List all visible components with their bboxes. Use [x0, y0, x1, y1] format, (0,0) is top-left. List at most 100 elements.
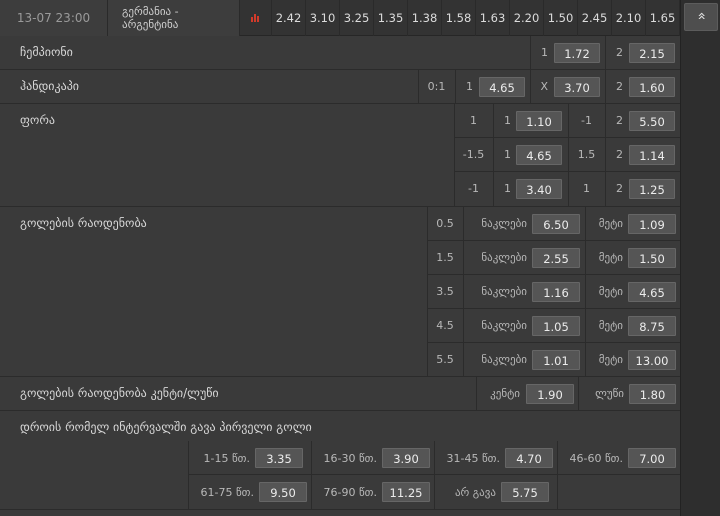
odds-button[interactable]: 1.10 [516, 111, 562, 131]
event-header: 13-07 23:00 გერმანია - არგენტინა 2.42 3.… [0, 0, 680, 36]
interval-label: 46-60 წთ. [569, 452, 623, 465]
markets-panel: 13-07 23:00 გერმანია - არგენტინა 2.42 3.… [0, 0, 680, 516]
outcome-label: 1 [504, 148, 511, 161]
outcome-label: 2 [616, 114, 623, 127]
odds-button[interactable]: 3.70 [554, 77, 600, 97]
handicap-value: -1 [468, 182, 479, 195]
header-odd[interactable]: 3.10 [306, 0, 340, 36]
header-odd[interactable]: 3.25 [340, 0, 374, 36]
market-handicap: ჰანდიკაპი 0:1 1 4.65 X 3.70 2 1.60 [0, 70, 680, 104]
market-fora: ფორა 1 1 1.10 -1 2 5.50 -1.5 1 4.65 1.5 … [0, 104, 680, 207]
handicap-value: -1.5 [462, 148, 485, 161]
header-odd[interactable]: 2.20 [510, 0, 544, 36]
odds-button-under[interactable]: 1.05 [532, 316, 580, 336]
outcome-label: 1 [466, 80, 473, 93]
odds-button[interactable]: 2.15 [629, 43, 675, 63]
under-label: ნაკლები [481, 251, 527, 264]
event-time: 13-07 23:00 [0, 0, 108, 36]
header-odd[interactable]: 1.50 [544, 0, 578, 36]
odds-button-over[interactable]: 4.65 [628, 282, 676, 302]
odds-button-under[interactable]: 1.16 [532, 282, 580, 302]
odds-button[interactable]: 5.75 [501, 482, 549, 502]
under-label: ნაკლები [481, 319, 527, 332]
event-teams[interactable]: გერმანია - არგენტინა [108, 0, 240, 36]
odds-button[interactable]: 4.65 [516, 145, 562, 165]
header-odd[interactable]: 1.38 [408, 0, 442, 36]
interval-label: 16-30 წთ. [323, 452, 377, 465]
double-chevron-up-icon: « [692, 11, 709, 21]
scroll-top-button[interactable]: « [684, 3, 718, 31]
outcome-label: 1 [541, 46, 548, 59]
outcome-label: 2 [616, 46, 623, 59]
interval-label: 31-45 წთ. [446, 452, 500, 465]
header-odd[interactable]: 2.42 [272, 0, 306, 36]
market-first-goal-interval: დროის რომელ ინტერვალში გავა პირველი გოლი… [0, 411, 680, 510]
interval-label: 76-90 წთ. [323, 486, 377, 499]
odds-button-over[interactable]: 8.75 [628, 316, 676, 336]
handicap-value: -1 [581, 114, 592, 127]
header-odd[interactable]: 1.58 [442, 0, 476, 36]
total-value: 1.5 [436, 251, 454, 264]
interval-label: 61-75 წთ. [200, 486, 254, 499]
odds-button[interactable]: 1.60 [629, 77, 675, 97]
handicap-value: 0:1 [427, 80, 446, 93]
odds-button[interactable]: 3.90 [382, 448, 430, 468]
market-odd-even: გოლების რაოდენობა კენტი/ლუწი კენტი 1.90 … [0, 377, 680, 411]
odds-button[interactable]: 1.25 [629, 179, 675, 199]
handicap-value: 1.5 [577, 148, 596, 161]
odds-button[interactable]: 4.70 [505, 448, 553, 468]
odds-button-over[interactable]: 1.09 [628, 214, 676, 234]
odds-button-under[interactable]: 2.55 [532, 248, 580, 268]
market-title: გოლების რაოდენობა [20, 216, 147, 230]
outcome-label: 2 [616, 80, 623, 93]
odds-button[interactable]: 3.40 [516, 179, 562, 199]
market-champion: ჩემპიონი 1 1.72 2 2.15 [0, 36, 680, 70]
team-home: გერმანია - [122, 5, 179, 18]
odds-button-over[interactable]: 1.50 [628, 248, 676, 268]
odds-button-over[interactable]: 13.00 [628, 350, 676, 370]
outcome-label: 1 [504, 182, 511, 195]
handicap-value: 1 [470, 114, 477, 127]
market-title: ჰანდიკაპი [20, 79, 80, 93]
over-label: მეტი [598, 285, 623, 298]
odds-button-under[interactable]: 1.01 [532, 350, 580, 370]
over-label: მეტი [598, 217, 623, 230]
total-value: 4.5 [436, 319, 454, 332]
header-odd[interactable]: 1.35 [374, 0, 408, 36]
market-goals-total: გოლების რაოდენობა 0.5 ნაკლები 6.50 მეტი … [0, 207, 680, 377]
under-label: ნაკლები [481, 285, 527, 298]
market-title: გოლების რაოდენობა კენტი/ლუწი [20, 386, 219, 400]
odds-button[interactable]: 4.65 [479, 77, 525, 97]
total-value: 5.5 [436, 353, 454, 366]
odds-button[interactable]: 11.25 [382, 482, 430, 502]
odds-button-even[interactable]: 1.80 [629, 384, 676, 404]
header-odd[interactable]: 1.63 [476, 0, 510, 36]
statistics-button[interactable] [240, 0, 272, 36]
total-value: 0.5 [436, 217, 454, 230]
odds-button[interactable]: 5.50 [629, 111, 675, 131]
over-label: მეტი [598, 353, 623, 366]
odds-button[interactable]: 3.35 [255, 448, 303, 468]
over-label: მეტი [598, 319, 623, 332]
outcome-label: X [540, 80, 548, 93]
header-odd[interactable]: 2.45 [578, 0, 612, 36]
header-odd[interactable]: 2.10 [612, 0, 646, 36]
header-odd[interactable]: 1.65 [646, 0, 680, 36]
odds-button[interactable]: 1.72 [554, 43, 600, 63]
under-label: ნაკლები [481, 217, 527, 230]
handicap-value: 1 [583, 182, 590, 195]
market-title: ფორა [20, 113, 55, 127]
team-away: არგენტინა [122, 18, 179, 31]
odds-button[interactable]: 9.50 [259, 482, 307, 502]
under-label: ნაკლები [481, 353, 527, 366]
odds-button-odd[interactable]: 1.90 [526, 384, 574, 404]
outcome-label: 2 [616, 182, 623, 195]
odds-button[interactable]: 1.14 [629, 145, 675, 165]
statistics-icon [251, 14, 261, 22]
interval-label: არ გავა [454, 486, 496, 499]
odds-button[interactable]: 7.00 [628, 448, 676, 468]
scrollbar[interactable]: « [680, 0, 720, 516]
odd-label: კენტი [490, 387, 520, 400]
odds-button-under[interactable]: 6.50 [532, 214, 580, 234]
market-title: ჩემპიონი [20, 45, 73, 59]
